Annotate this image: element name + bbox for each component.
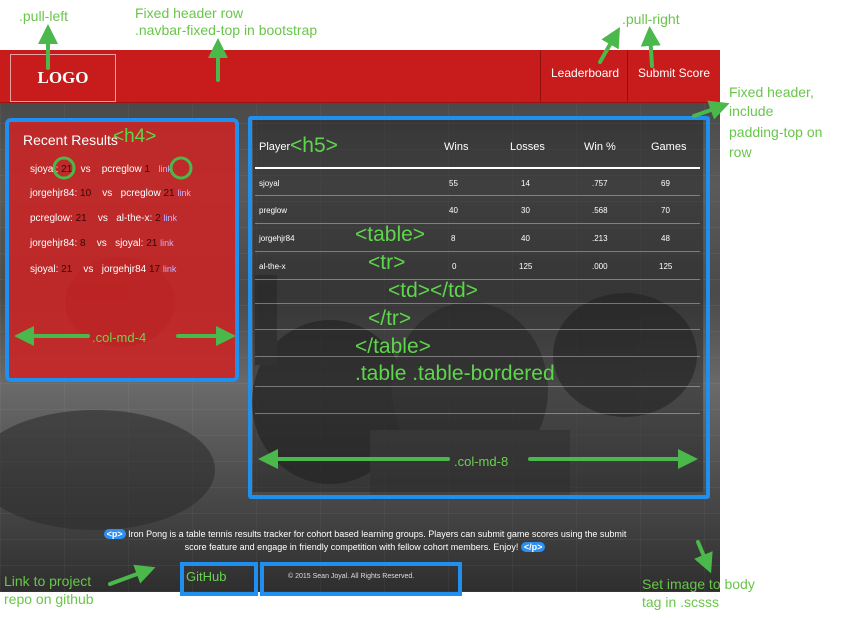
annotation-arrows [14, 24, 730, 586]
